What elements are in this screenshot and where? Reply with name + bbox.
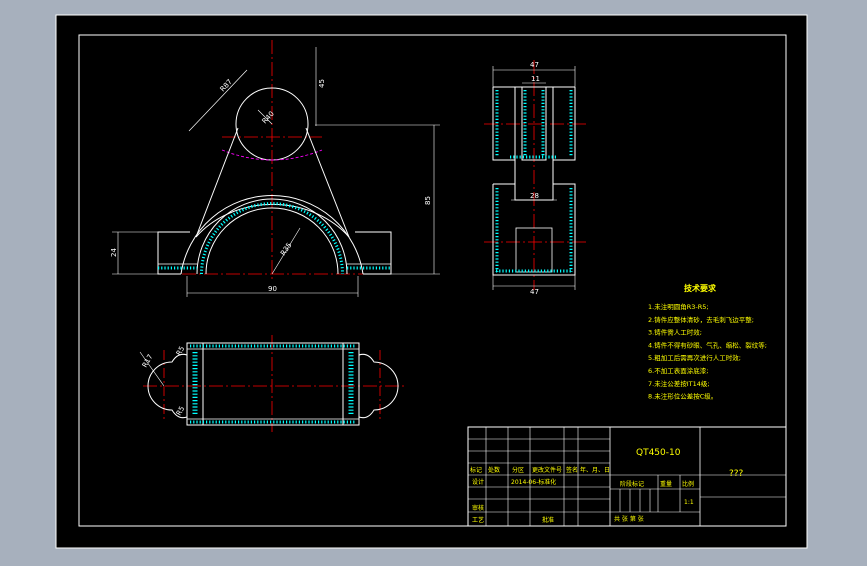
dim-45: 45 (318, 79, 326, 88)
tb-process: 工艺 (472, 516, 484, 524)
dim-90: 90 (268, 285, 277, 293)
tb-scale: 比例 (682, 480, 694, 488)
tech-req-title: 技术要求 (684, 283, 717, 293)
drawing-canvas[interactable]: R87 R40 45 85 R35 24 90 47 11 28 47 R17 … (0, 0, 867, 562)
tb-material: QT450-10 (636, 448, 681, 458)
tech-req-item: 6.不加工表面涂底漆; (648, 366, 708, 375)
tb-h-count: 处数 (488, 466, 500, 474)
model-space (55, 14, 808, 549)
tech-req-item: 1.未注明圆角R3-R5; (648, 302, 709, 311)
tb-h-mark: 标记 (470, 466, 482, 474)
tb-design: 设计 (472, 478, 484, 486)
tb-review: 审核 (472, 504, 484, 512)
tb-stage-mark: 阶段标记 (620, 480, 644, 488)
tb-h-zone: 分区 (512, 466, 524, 474)
cad-viewport[interactable]: R87 R40 45 85 R35 24 90 47 11 28 47 R17 … (0, 0, 867, 562)
tech-req-item: 7.未注公差按IT14级; (648, 379, 710, 388)
tb-date-std: 2014-06-标准化 (511, 478, 556, 486)
dim-24: 24 (110, 248, 118, 257)
tech-req-item: 8.未注形位公差按C级。 (648, 392, 717, 401)
dim-47-top: 47 (530, 61, 539, 69)
dim-47-bot: 47 (530, 288, 539, 296)
dim-11: 11 (531, 75, 540, 83)
tb-scale-val: 1:1 (684, 499, 694, 506)
dim-28: 28 (530, 192, 539, 200)
dim-85: 85 (424, 196, 432, 205)
tb-approve: 批准 (542, 516, 554, 524)
tb-part-name: ??? (729, 469, 744, 479)
tech-req-item: 5.粗加工后需再次进行人工时效; (648, 353, 741, 362)
tech-req-item: 2.铸件应整体清砂，去毛刺飞边平整; (648, 315, 754, 324)
tb-h-doc: 更改文件号 (532, 466, 562, 474)
tech-req-item: 4.铸件不得有砂眼、气孔、缩松、裂纹等; (648, 340, 767, 349)
tech-req-item: 3.铸件需人工时效; (648, 328, 702, 337)
tb-h-sign: 签名 (566, 466, 578, 474)
tb-sheets: 共 张 第 张 (614, 515, 644, 523)
tb-h-date: 年、月、日 (580, 466, 610, 474)
tb-weight: 重量 (660, 480, 672, 488)
